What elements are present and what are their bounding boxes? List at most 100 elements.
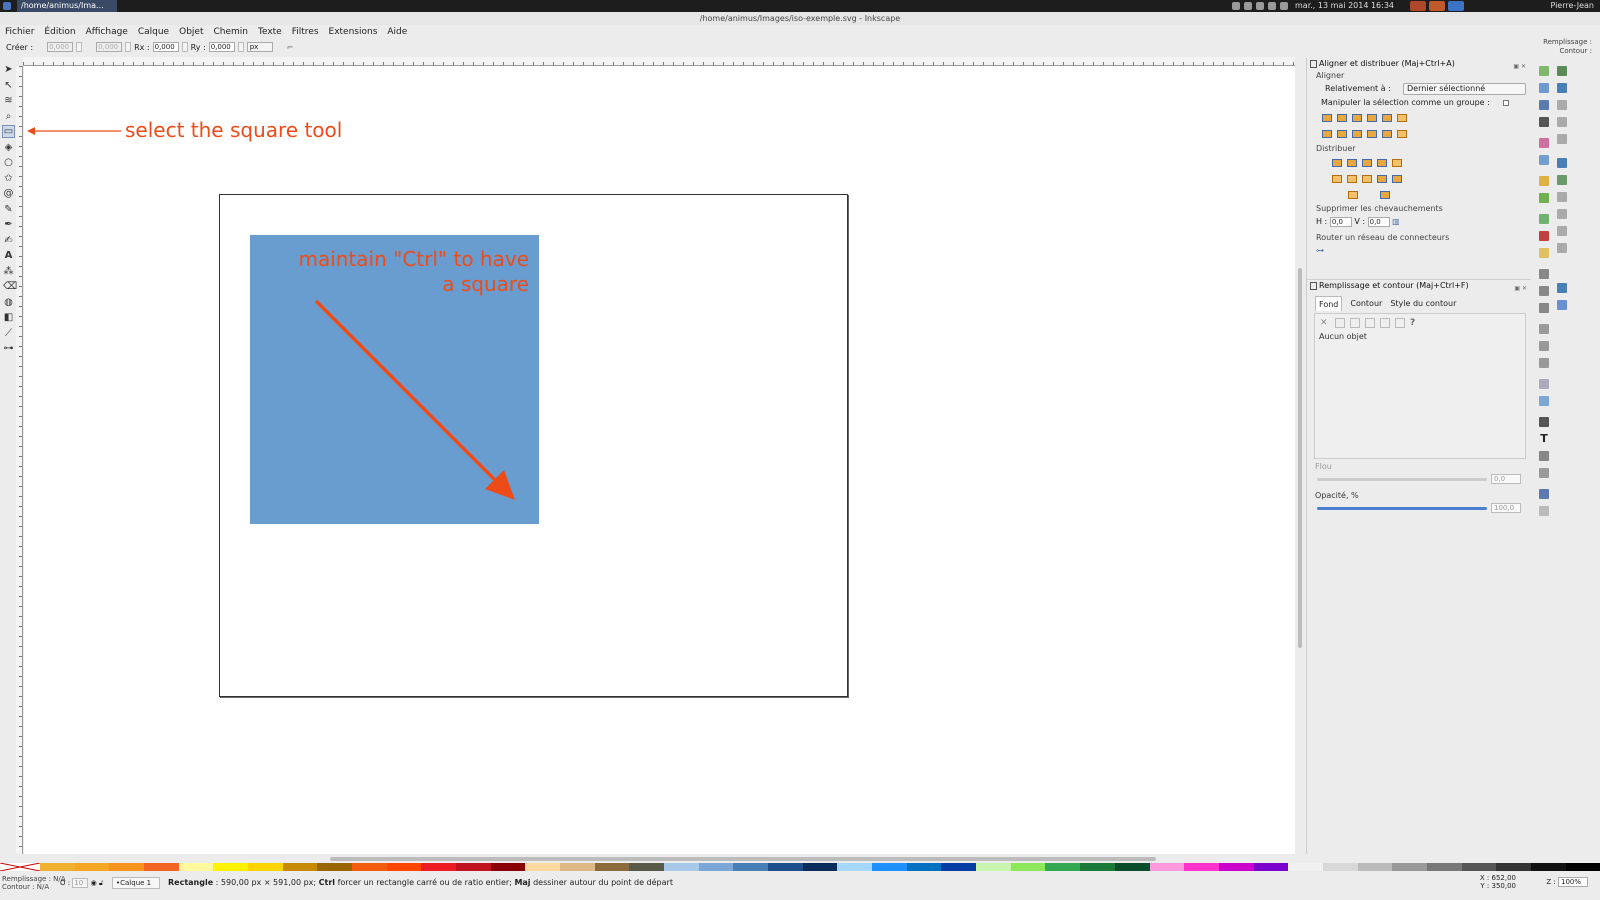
status-opacity-input[interactable]: 10 xyxy=(72,878,89,888)
palette-swatch[interactable] xyxy=(525,863,561,871)
zoom-selection-icon[interactable] xyxy=(1539,269,1549,279)
ry-input[interactable]: 0,000 xyxy=(208,42,235,52)
redo-icon[interactable] xyxy=(1539,193,1549,203)
palette-swatch[interactable] xyxy=(1322,863,1358,871)
menu-affichage[interactable]: Affichage xyxy=(86,25,128,39)
horizontal-scrollbar[interactable] xyxy=(24,854,1295,863)
palette-swatch[interactable] xyxy=(1426,863,1462,871)
clock[interactable]: mar., 13 mai 2014 16:34 xyxy=(1295,0,1394,12)
volume-icon[interactable] xyxy=(1268,2,1276,10)
align-right-icon[interactable] xyxy=(1366,112,1378,124)
clone-icon[interactable] xyxy=(1539,341,1549,351)
spiral-tool-icon[interactable]: @ xyxy=(3,188,14,199)
bucket-tool-icon[interactable]: ◍ xyxy=(3,297,14,308)
user-menu[interactable]: Pierre-Jean xyxy=(1550,0,1594,12)
vertical-ruler[interactable] xyxy=(16,66,23,854)
route-connectors-icon[interactable]: ⊶ xyxy=(1307,244,1530,258)
current-layer-select[interactable]: •Calque 1 xyxy=(112,877,160,889)
menu-fichier[interactable]: Fichier xyxy=(5,25,34,39)
zoom-drawing-icon[interactable] xyxy=(1539,286,1549,296)
fill-stroke-indicator[interactable]: Remplissage : Contour : xyxy=(1543,38,1592,56)
swatch-icon[interactable] xyxy=(1395,318,1405,328)
palette-swatch[interactable] xyxy=(768,863,803,871)
dropper-tool-icon[interactable]: ⟋ xyxy=(3,328,14,339)
palette-swatch[interactable] xyxy=(941,863,977,871)
palette-swatch[interactable] xyxy=(1080,863,1115,871)
browser-icon[interactable] xyxy=(1448,1,1464,11)
tab-stroke[interactable]: Contour xyxy=(1350,296,1382,311)
palette-swatch[interactable] xyxy=(74,863,110,871)
vscroll-thumb[interactable] xyxy=(1298,268,1302,648)
palette-swatch[interactable] xyxy=(1392,863,1427,871)
ry-spinner[interactable] xyxy=(237,42,244,52)
menu-texte[interactable]: Texte xyxy=(258,25,282,39)
unit-select[interactable]: px xyxy=(246,42,273,52)
snap-guide-icon[interactable] xyxy=(1557,300,1567,310)
layers-icon[interactable] xyxy=(1539,451,1549,461)
align-top-icon[interactable] xyxy=(1336,128,1348,140)
printer-icon[interactable] xyxy=(1244,2,1252,10)
align-bottom-to-top-icon[interactable] xyxy=(1321,128,1333,140)
center-vertical-axis-icon[interactable] xyxy=(1351,112,1363,124)
hscroll-thumb[interactable] xyxy=(330,857,1156,861)
palette-swatch[interactable] xyxy=(1010,863,1046,871)
palette-swatch[interactable] xyxy=(248,863,283,871)
distribute-right-icon[interactable] xyxy=(1361,157,1373,169)
app-launcher-icon[interactable] xyxy=(1410,1,1426,11)
group-checkbox[interactable] xyxy=(1503,100,1509,106)
palette-swatch[interactable] xyxy=(490,863,526,871)
palette-swatch[interactable] xyxy=(386,863,422,871)
tab-fill[interactable]: Fond xyxy=(1315,296,1343,311)
snap-midpoints-icon[interactable] xyxy=(1557,243,1567,253)
tab-stroke-style[interactable]: Style du contour xyxy=(1390,296,1456,311)
distribute-center-v-icon[interactable] xyxy=(1346,173,1358,185)
radial-gradient-icon[interactable] xyxy=(1365,318,1375,328)
zoom-page-icon[interactable] xyxy=(1539,303,1549,313)
rectangle-tool-icon[interactable]: ▭ xyxy=(2,125,15,138)
palette-swatch[interactable] xyxy=(664,863,699,871)
menu-aide[interactable]: Aide xyxy=(387,25,407,39)
distribute-baselines-v-icon[interactable] xyxy=(1391,173,1403,185)
align-top-to-bottom-icon[interactable] xyxy=(1381,128,1393,140)
undo-icon[interactable] xyxy=(1539,176,1549,186)
group-icon[interactable] xyxy=(1539,379,1549,389)
selector-tool-icon[interactable]: ➤ xyxy=(3,64,14,75)
layer-visibility-icon[interactable]: ◉ xyxy=(91,879,97,887)
duplicate-icon[interactable] xyxy=(1539,324,1549,334)
zoom-input[interactable]: 100% xyxy=(1558,877,1588,887)
palette-swatch[interactable] xyxy=(213,863,249,871)
layer-lock-icon[interactable]: 🔓︎ xyxy=(99,879,104,887)
v-gap-input[interactable]: 0,0 xyxy=(1367,216,1390,227)
distribute-center-h-icon[interactable] xyxy=(1346,157,1358,169)
node-tool-icon[interactable]: ↖ xyxy=(3,80,14,91)
palette-swatch[interactable] xyxy=(872,863,907,871)
3d-box-tool-icon[interactable]: ◈ xyxy=(3,142,14,153)
align-left-icon[interactable] xyxy=(1336,112,1348,124)
remove-overlaps-icon[interactable]: ▥ xyxy=(1392,217,1400,226)
align-text-baseline-icon[interactable] xyxy=(1396,112,1408,124)
palette-swatch[interactable] xyxy=(802,863,838,871)
preferences-icon[interactable] xyxy=(1539,506,1549,516)
fill-stroke-dialog-icon[interactable] xyxy=(1539,417,1549,427)
network-icon[interactable] xyxy=(1256,2,1264,10)
rx-spinner[interactable] xyxy=(181,42,188,52)
snap-cusp-icon[interactable] xyxy=(1557,209,1567,219)
menu-edition[interactable]: Édition xyxy=(44,25,75,39)
no-color-swatch[interactable] xyxy=(0,863,40,871)
text-tool-icon[interactable]: A xyxy=(3,250,14,261)
ellipse-tool-icon[interactable]: ○ xyxy=(3,157,14,168)
new-document-icon[interactable] xyxy=(1539,66,1549,76)
palette-swatch[interactable] xyxy=(282,863,318,871)
panel-close-icon[interactable]: ▣ ✕ xyxy=(1513,61,1526,73)
palette-swatch[interactable] xyxy=(594,863,630,871)
menu-filtres[interactable]: Filtres xyxy=(292,25,319,39)
align-baseline-horizontal-icon[interactable] xyxy=(1396,128,1408,140)
palette-swatch[interactable] xyxy=(1357,863,1393,871)
snap-bbox-edge-icon[interactable] xyxy=(1557,100,1567,110)
opacity-slider[interactable] xyxy=(1317,507,1487,510)
unclump-icon[interactable] xyxy=(1379,189,1391,201)
palette-swatch[interactable] xyxy=(109,863,145,871)
align-bottom-icon[interactable] xyxy=(1366,128,1378,140)
vertical-scrollbar[interactable] xyxy=(1295,58,1304,854)
taskbar-window-button[interactable]: /home/animus/Ima... xyxy=(17,0,117,12)
